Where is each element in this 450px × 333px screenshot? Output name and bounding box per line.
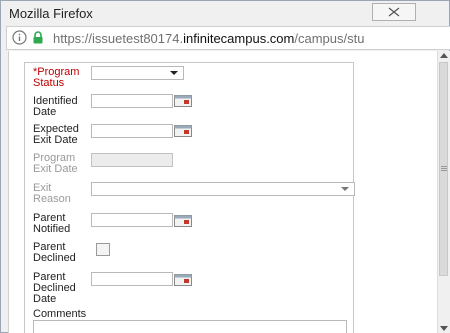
- parent-declined-date-label: Parent Declined Date: [33, 271, 76, 305]
- title-bar[interactable]: Mozilla Firefox: [1, 1, 449, 27]
- chevron-down-icon: [170, 71, 178, 75]
- scroll-down-arrow[interactable]: [440, 326, 448, 331]
- lock-icon[interactable]: [32, 31, 44, 44]
- calendar-icon[interactable]: [174, 215, 192, 227]
- scrollbar-grip: [441, 166, 447, 167]
- exit-reason-select: [91, 182, 355, 196]
- info-icon[interactable]: [12, 30, 27, 45]
- parent-declined-date-input[interactable]: [91, 272, 173, 286]
- program-exit-date-label: Program Exit Date: [33, 152, 78, 175]
- parent-notified-label: Parent Notified: [33, 212, 71, 235]
- expected-exit-date-input[interactable]: [91, 124, 173, 138]
- exit-reason-label: Exit Reason: [33, 182, 71, 205]
- comments-textarea[interactable]: [33, 320, 347, 333]
- chevron-down-icon: [341, 187, 349, 191]
- url-bar[interactable]: https://issuetest80174.infinitecampus.co…: [6, 26, 450, 50]
- calendar-icon[interactable]: [174, 95, 192, 107]
- scrollbar-thumb[interactable]: [439, 62, 448, 276]
- parent-notified-date-input[interactable]: [91, 213, 173, 227]
- close-button[interactable]: [372, 3, 416, 21]
- parent-declined-label: Parent Declined: [33, 241, 76, 264]
- identified-date-label: Identified Date: [33, 95, 78, 118]
- program-exit-date-input: [91, 153, 173, 167]
- close-icon: [388, 7, 400, 17]
- comments-label: Comments: [33, 308, 87, 320]
- calendar-icon[interactable]: [174, 125, 192, 137]
- parent-declined-checkbox[interactable]: [96, 243, 110, 256]
- scroll-up-arrow[interactable]: [440, 53, 448, 58]
- url-text: https://issuetest80174.infinitecampus.co…: [53, 31, 365, 46]
- window-title: Mozilla Firefox: [9, 6, 93, 21]
- expected-exit-date-label: Expected Exit Date: [33, 123, 79, 146]
- program-status-label: *Program Status: [33, 66, 80, 89]
- calendar-icon[interactable]: [174, 274, 192, 286]
- identified-date-input[interactable]: [91, 94, 173, 108]
- program-status-select[interactable]: [91, 66, 184, 80]
